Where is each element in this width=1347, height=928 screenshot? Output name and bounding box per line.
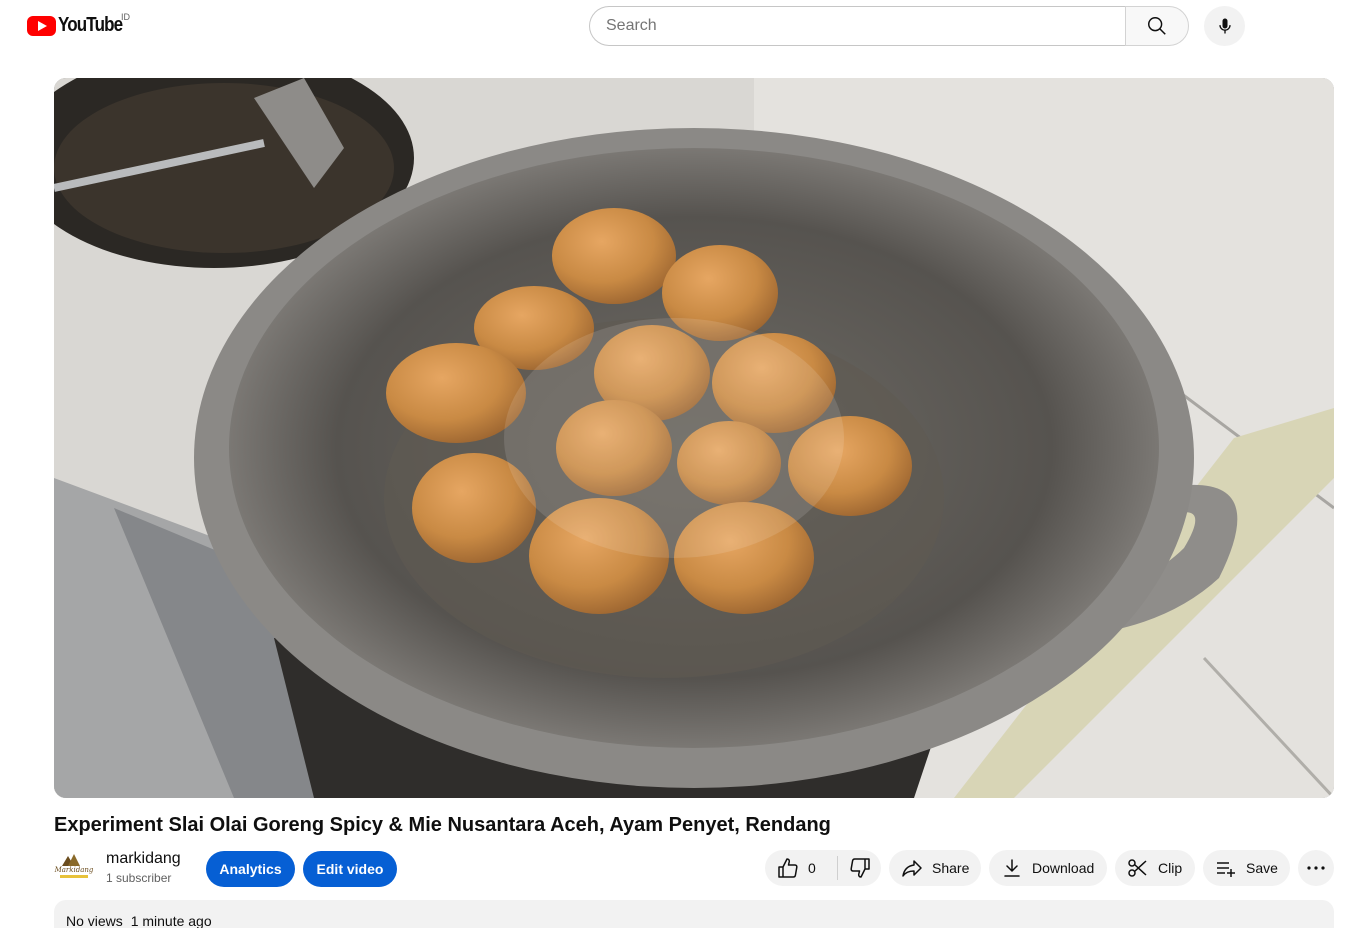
like-count: 0 bbox=[808, 860, 816, 876]
voice-search-button[interactable] bbox=[1204, 6, 1245, 46]
more-horizontal-icon bbox=[1307, 866, 1325, 870]
share-label: Share bbox=[932, 860, 970, 876]
search-input[interactable] bbox=[606, 17, 1110, 35]
logo-text: YouTube bbox=[58, 14, 123, 36]
youtube-play-icon bbox=[27, 15, 56, 36]
download-button[interactable]: Download bbox=[989, 850, 1107, 886]
search-icon bbox=[1148, 17, 1166, 35]
save-button[interactable]: Save bbox=[1203, 850, 1290, 886]
upload-time: 1 minute ago bbox=[130, 913, 212, 928]
search-button[interactable] bbox=[1125, 6, 1189, 46]
country-code: ID bbox=[121, 12, 130, 22]
dislike-button[interactable] bbox=[838, 850, 881, 886]
analytics-button[interactable]: Analytics bbox=[206, 851, 295, 887]
youtube-logo[interactable]: YouTube bbox=[27, 14, 134, 37]
clip-label: Clip bbox=[1158, 860, 1183, 876]
like-button[interactable]: 0 bbox=[765, 850, 837, 886]
scissors-icon bbox=[1128, 859, 1147, 877]
share-icon bbox=[902, 860, 922, 877]
video-title: Experiment Slai Olai Goreng Spicy & Mie … bbox=[54, 814, 831, 836]
channel-owner: Markidang markidang 1 subscriber bbox=[54, 848, 181, 888]
video-player[interactable] bbox=[54, 78, 1334, 798]
svg-text:Markidang: Markidang bbox=[54, 866, 94, 874]
more-actions-button[interactable] bbox=[1298, 850, 1334, 886]
channel-avatar[interactable]: Markidang bbox=[54, 848, 94, 888]
download-icon bbox=[1004, 859, 1020, 877]
download-label: Download bbox=[1032, 860, 1095, 876]
channel-name[interactable]: markidang bbox=[106, 849, 181, 869]
search-box bbox=[589, 6, 1126, 46]
subscriber-count: 1 subscriber bbox=[106, 871, 172, 885]
view-count: No views bbox=[66, 913, 123, 928]
masthead: YouTube ID bbox=[0, 0, 1347, 56]
like-dislike-group: 0 bbox=[765, 850, 881, 886]
channel-logo-icon: Markidang bbox=[54, 848, 94, 888]
thumbs-up-icon bbox=[778, 858, 798, 878]
microphone-icon bbox=[1218, 18, 1231, 34]
playlist-add-icon bbox=[1217, 862, 1235, 877]
clip-button[interactable]: Clip bbox=[1115, 850, 1195, 886]
thumbs-down-icon bbox=[849, 858, 870, 878]
save-label: Save bbox=[1246, 860, 1278, 876]
description-box[interactable]: No views 1 minute ago bbox=[54, 900, 1334, 928]
edit-video-button[interactable]: Edit video bbox=[303, 851, 397, 887]
video-frame bbox=[54, 78, 1334, 798]
share-button[interactable]: Share bbox=[889, 850, 981, 886]
